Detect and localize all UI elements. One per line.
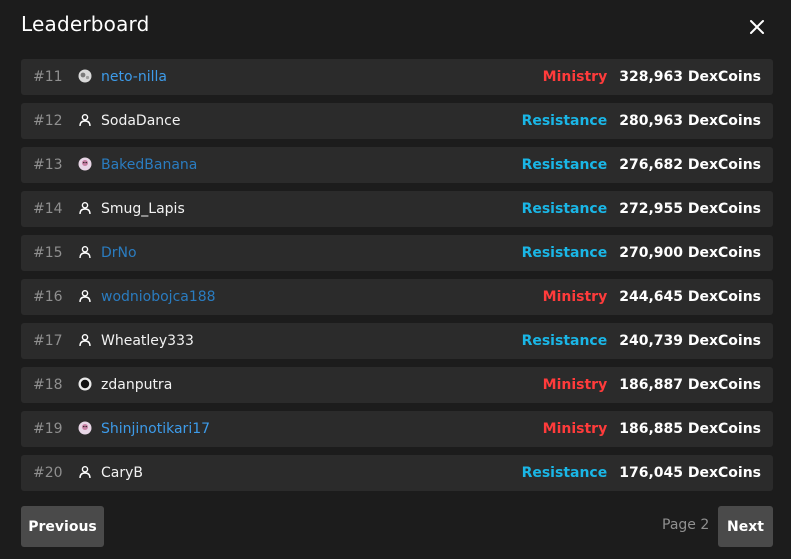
leaderboard-title: Leaderboard (21, 12, 150, 36)
leaderboard-row: #18 zdanputra Ministry 186,887 DexCoins (21, 367, 773, 403)
player-name-link[interactable]: DrNo (101, 245, 137, 261)
rank-label: #20 (33, 465, 63, 481)
row-stats: Ministry 328,963 DexCoins (543, 69, 761, 85)
row-stats: Resistance 272,955 DexCoins (522, 201, 761, 217)
character-avatar-icon (78, 157, 92, 171)
coins-value: 240,739 DexCoins (619, 333, 761, 349)
rank-label: #18 (33, 377, 63, 393)
coins-value: 272,955 DexCoins (619, 201, 761, 217)
player-name-link[interactable]: Wheatley333 (101, 333, 194, 349)
coins-value: 186,887 DexCoins (619, 377, 761, 393)
faction-label: Resistance (521, 465, 608, 481)
faction-label: Resistance (521, 113, 608, 129)
leaderboard-row: #13 BakedBanana Resistance 276,682 DexCoins (21, 147, 773, 183)
character-avatar-icon (78, 421, 92, 435)
player-name-link[interactable]: neto-nilla (101, 69, 167, 85)
player-name-link[interactable]: wodniobojca188 (101, 289, 216, 305)
next-button[interactable]: Next (718, 506, 773, 547)
faction-label: Resistance (521, 245, 608, 261)
faction-label: Ministry (542, 377, 608, 393)
coins-value: 176,045 DexCoins (619, 465, 761, 481)
row-stats: Ministry 186,885 DexCoins (543, 421, 761, 437)
faction-label: Ministry (542, 69, 608, 85)
player-name-link[interactable]: Shinjinotikari17 (101, 421, 210, 437)
player-name-link[interactable]: CaryB (101, 465, 143, 481)
row-stats: Resistance 270,900 DexCoins (522, 245, 761, 261)
user-icon (78, 289, 92, 303)
coins-value: 186,885 DexCoins (619, 421, 761, 437)
user-icon (78, 113, 92, 127)
leaderboard-row: #17 Wheatley333 Resistance 240,739 DexCoins (21, 323, 773, 359)
dark-avatar-icon (78, 377, 92, 391)
faction-label: Resistance (521, 333, 608, 349)
faction-label: Ministry (542, 289, 608, 305)
rank-label: #16 (33, 289, 63, 305)
leaderboard-row: #15 DrNo Resistance 270,900 DexCoins (21, 235, 773, 271)
leaderboard-row: #20 CaryB Resistance 176,045 DexCoins (21, 455, 773, 491)
coins-value: 244,645 DexCoins (619, 289, 761, 305)
rank-label: #13 (33, 157, 63, 173)
row-stats: Resistance 176,045 DexCoins (522, 465, 761, 481)
rank-label: #19 (33, 421, 63, 437)
row-stats: Ministry 186,887 DexCoins (543, 377, 761, 393)
row-stats: Resistance 240,739 DexCoins (522, 333, 761, 349)
rank-label: #11 (33, 69, 63, 85)
coins-value: 328,963 DexCoins (619, 69, 761, 85)
user-icon (78, 245, 92, 259)
leaderboard-row: #16 wodniobojca188 Ministry 244,645 DexCoin… (21, 279, 773, 315)
user-icon (78, 465, 92, 479)
faction-label: Resistance (521, 201, 608, 217)
user-icon (78, 201, 92, 215)
faction-label: Ministry (542, 421, 608, 437)
player-name-link[interactable]: SodaDance (101, 113, 180, 129)
rank-label: #17 (33, 333, 63, 349)
leaderboard-row: #14 Smug_Lapis Resistance 272,955 DexCoins (21, 191, 773, 227)
player-name-link[interactable]: BakedBanana (101, 157, 197, 173)
coins-value: 276,682 DexCoins (619, 157, 761, 173)
coins-value: 280,963 DexCoins (619, 113, 761, 129)
previous-button[interactable]: Previous (21, 506, 104, 547)
player-name-link[interactable]: zdanputra (101, 377, 172, 393)
page-indicator: Page 2 (662, 517, 710, 533)
row-stats: Resistance 280,963 DexCoins (522, 113, 761, 129)
leaderboard-row: #11 neto-nilla Ministry 328,963 DexCoins (21, 59, 773, 95)
player-name-link[interactable]: Smug_Lapis (101, 201, 185, 217)
row-stats: Resistance 276,682 DexCoins (522, 157, 761, 173)
row-stats: Ministry 244,645 DexCoins (543, 289, 761, 305)
globe-avatar-icon (78, 69, 92, 83)
faction-label: Resistance (521, 157, 608, 173)
close-icon[interactable] (746, 16, 768, 38)
leaderboard-list: #11 neto-nilla Ministry 328,963 DexCoins #12… (21, 59, 773, 499)
rank-label: #14 (33, 201, 63, 217)
leaderboard-row: #12 SodaDance Resistance 280,963 DexCoins (21, 103, 773, 139)
rank-label: #15 (33, 245, 63, 261)
coins-value: 270,900 DexCoins (619, 245, 761, 261)
leaderboard-row: #19 Shinjinotikari17 Ministry 186,885 DexCo… (21, 411, 773, 447)
rank-label: #12 (33, 113, 63, 129)
user-icon (78, 333, 92, 347)
